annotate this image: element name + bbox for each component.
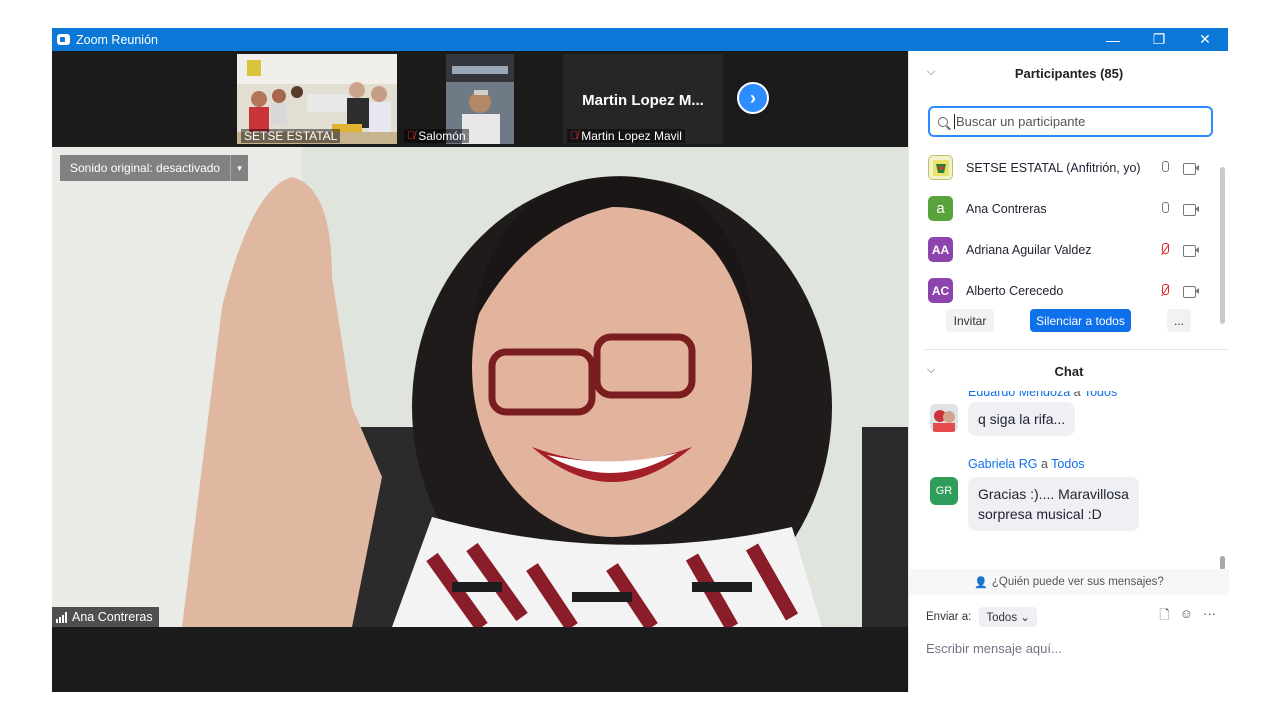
video-camera-icon[interactable] xyxy=(1183,244,1199,257)
speaker-video-image xyxy=(52,147,908,627)
chat-bubble: Gracias :).... Maravillosa sorpresa musi… xyxy=(968,477,1139,531)
avatar xyxy=(928,155,953,180)
active-speaker-video: Sonido original: desactivado ▼ Ana Contr… xyxy=(52,147,908,627)
section-divider xyxy=(924,349,1229,350)
participant-name: Adriana Aguilar Valdez xyxy=(966,242,1092,257)
thumbnail-display-name: Martin Lopez M... xyxy=(582,92,704,109)
muted-microphone-icon[interactable] xyxy=(1160,284,1169,297)
message-visibility-link[interactable]: 👤 ¿Quién puede ver sus mensajes? xyxy=(909,569,1229,595)
video-camera-icon[interactable] xyxy=(1183,162,1199,175)
file-icon[interactable]: 🗋 xyxy=(1159,606,1169,628)
original-sound-button[interactable]: Sonido original: desactivado ▼ xyxy=(60,155,249,181)
emoji-icon[interactable]: ☺ xyxy=(1180,606,1193,628)
search-participants-input[interactable]: Buscar un participante xyxy=(928,106,1213,137)
participants-actions: Invitar Silenciar a todos ... xyxy=(909,309,1229,337)
title-bar: Zoom Reunión — ❐ ✕ xyxy=(52,28,1228,51)
chat-text-line: Gracias :).... Maravillosa xyxy=(978,486,1129,502)
avatar xyxy=(930,404,958,432)
avatar: AA xyxy=(928,237,953,262)
visibility-text: ¿Quién puede ver sus mensajes? xyxy=(991,576,1164,588)
restore-button[interactable]: ❐ xyxy=(1136,28,1182,51)
participant-thumbnail[interactable]: 🎙̸ Salomón xyxy=(400,54,565,144)
zoom-window: Zoom Reunión — ❐ ✕ SETSE ESTATAL 🎙̸ Salo… xyxy=(52,28,1229,692)
video-area: SETSE ESTATAL 🎙̸ Salomón Martin Lopez M..… xyxy=(52,51,908,692)
thumbnail-name: 🎙̸ Martin Lopez Mavil xyxy=(567,129,685,143)
original-sound-label: Sonido original: desactivado xyxy=(70,161,221,175)
chat-message-input[interactable]: Escribir mensaje aquí... xyxy=(926,641,1062,656)
video-camera-icon[interactable] xyxy=(1183,285,1199,298)
side-panel: ⌵ Participantes (85) Buscar un participa… xyxy=(908,51,1229,692)
people-icon: 👤 xyxy=(974,576,988,589)
search-placeholder: Buscar un participante xyxy=(956,114,1086,129)
avatar: a xyxy=(928,196,953,221)
close-button[interactable]: ✕ xyxy=(1182,28,1228,51)
participant-row[interactable]: SETSE ESTATAL (Anfitrión, yo) xyxy=(909,147,1219,188)
more-icon[interactable]: ··· xyxy=(1203,606,1216,628)
avatar: GR xyxy=(930,477,958,505)
chat-header: ⌵ Chat xyxy=(909,351,1229,391)
microphone-icon[interactable] xyxy=(1160,202,1169,215)
chat-scrollbar[interactable] xyxy=(1220,556,1225,570)
chevron-down-icon[interactable]: ▼ xyxy=(230,155,248,181)
chat-messages: Eduardo Mendoza a Todos q siga la rifa..… xyxy=(909,391,1219,569)
search-icon xyxy=(938,116,948,127)
participants-title: Participantes (85) xyxy=(1014,65,1124,81)
organization-logo-icon xyxy=(932,159,949,176)
muted-mic-icon: 🎙̸ xyxy=(407,130,416,142)
chevron-down-icon: ⌄ xyxy=(1020,612,1030,624)
mute-all-button[interactable]: Silenciar a todos xyxy=(1030,309,1131,332)
participants-list: SETSE ESTATAL (Anfitrión, yo) a Ana Cont… xyxy=(909,147,1219,311)
participant-row[interactable]: AA Adriana Aguilar Valdez xyxy=(909,229,1219,270)
participants-header: ⌵ Participantes (85) xyxy=(909,53,1229,93)
participants-scrollbar[interactable] xyxy=(1220,167,1225,324)
participant-name: Ana Contreras xyxy=(966,201,1047,216)
participant-row[interactable]: a Ana Contreras xyxy=(909,188,1219,229)
chevron-right-icon[interactable]: › xyxy=(737,82,769,114)
chat-bubble: q siga la rifa... xyxy=(968,402,1076,436)
collapse-chevron-icon[interactable]: ⌵ xyxy=(927,364,935,377)
muted-microphone-icon[interactable] xyxy=(1160,243,1169,256)
chat-text-line: sorpresa musical :D xyxy=(978,506,1102,522)
signal-strength-icon xyxy=(56,611,67,623)
thumbnail-name: 🎙̸ Salomón xyxy=(404,129,469,143)
participant-name: Alberto Cerecedo xyxy=(966,283,1064,298)
thumbnail-strip: SETSE ESTATAL 🎙̸ Salomón Martin Lopez M..… xyxy=(52,51,908,147)
send-to-dropdown[interactable]: Todos ⌄ xyxy=(979,607,1037,627)
collapse-chevron-icon[interactable]: ⌵ xyxy=(927,66,935,79)
speaker-name: Ana Contreras xyxy=(72,610,153,624)
send-to-label: Enviar a: xyxy=(926,611,972,623)
minimize-button[interactable]: — xyxy=(1090,28,1136,51)
microphone-icon[interactable] xyxy=(1160,161,1169,174)
zoom-app-icon xyxy=(57,34,70,45)
more-options-button[interactable]: ... xyxy=(1167,309,1191,332)
chat-title: Chat xyxy=(1054,363,1084,379)
chat-sender-line: Gabriela RG a Todos xyxy=(968,457,1085,471)
participant-thumbnail[interactable]: Martin Lopez M... 🎙̸ Martin Lopez Mavil xyxy=(563,54,723,144)
muted-mic-icon: 🎙̸ xyxy=(570,130,579,142)
thumbnail-name: SETSE ESTATAL xyxy=(241,129,341,143)
speaker-name-label: Ana Contreras xyxy=(52,607,159,627)
send-to-row: Enviar a: Todos ⌄ 🗋 ☺ ··· xyxy=(926,606,1216,628)
invite-button[interactable]: Invitar xyxy=(946,309,994,332)
window-title: Zoom Reunión xyxy=(76,32,158,47)
participant-row[interactable]: AC Alberto Cerecedo xyxy=(909,270,1219,311)
avatar: AC xyxy=(928,278,953,303)
participant-name: SETSE ESTATAL (Anfitrión, yo) xyxy=(966,160,1141,175)
chat-sender-line: Eduardo Mendoza a Todos xyxy=(968,391,1118,399)
video-camera-icon[interactable] xyxy=(1183,203,1199,216)
participant-thumbnail[interactable]: SETSE ESTATAL xyxy=(237,54,397,144)
